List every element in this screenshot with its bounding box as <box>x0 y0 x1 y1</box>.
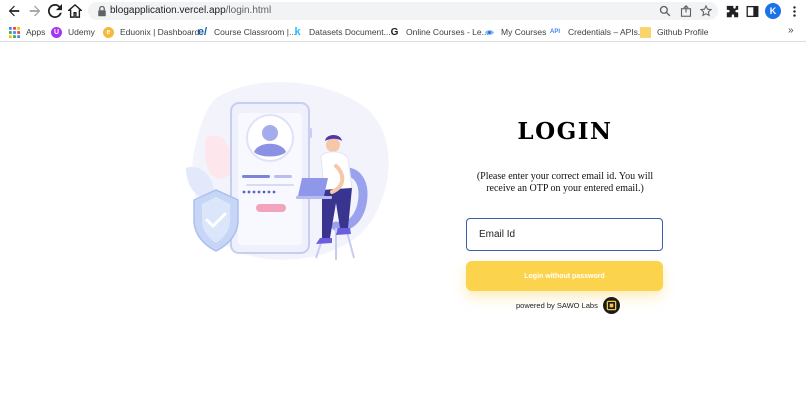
search-icon[interactable] <box>658 4 672 18</box>
email-field[interactable] <box>466 218 663 251</box>
forward-arrow-icon <box>29 5 41 17</box>
bookmark-label: Online Courses - Le... <box>406 27 489 37</box>
bookmark-github-profile[interactable]: Github Profile <box>640 25 709 39</box>
reload-button[interactable] <box>47 3 63 19</box>
url-host: blogapplication.vercel.app <box>110 5 226 16</box>
bookmark-udemy[interactable]: U Udemy <box>51 25 95 39</box>
apps-grid-icon <box>9 26 20 38</box>
extensions-puzzle-icon[interactable] <box>724 3 740 19</box>
e-icon: e/ <box>197 26 208 38</box>
login-without-password-button[interactable]: Login without password <box>466 261 663 291</box>
profile-avatar[interactable]: K <box>765 3 781 19</box>
url-text: blogapplication.vercel.app/login.html <box>110 5 271 17</box>
home-icon <box>68 4 82 18</box>
bookmark-apps[interactable]: Apps <box>9 25 45 39</box>
back-arrow-icon <box>8 5 20 17</box>
kebab-menu-icon[interactable] <box>786 3 802 19</box>
side-panel-icon[interactable] <box>744 3 760 19</box>
share-icon[interactable] <box>679 4 693 18</box>
page-content <box>0 43 806 395</box>
login-description: (Please enter your correct email id. You… <box>476 171 654 194</box>
bookmark-online-courses[interactable]: G Online Courses - Le... <box>389 25 489 39</box>
udemy-icon: U <box>51 26 62 38</box>
eduonix-icon: e <box>103 26 114 38</box>
sawo-logo-icon <box>602 296 620 314</box>
powered-by-text: powered by SAWO Labs <box>516 300 598 310</box>
bookmark-label: My Courses <box>501 27 547 37</box>
bookmarks-more-button[interactable]: » <box>788 25 794 36</box>
login-title: LOGIN <box>517 118 613 145</box>
lock-icon <box>98 5 106 17</box>
bookmark-eduonix[interactable]: e Eduonix | Dashboard <box>103 25 199 39</box>
folder-icon <box>640 26 651 38</box>
bookmark-course-classroom[interactable]: e/ Course Classroom |... <box>197 25 296 39</box>
forward-button[interactable] <box>27 3 43 19</box>
api-icon: API <box>549 29 560 35</box>
bookmarks-bar: Apps U Udemy e Eduonix | Dashboard e/ Co… <box>0 22 806 42</box>
bookmark-label: Apps <box>26 27 46 37</box>
g-icon: G <box>390 26 399 38</box>
bookmark-credentials[interactable]: API Credentials – APIs... <box>548 25 645 39</box>
url-path: /login.html <box>225 5 272 16</box>
login-illustration <box>186 81 389 260</box>
bookmark-my-courses[interactable]: My Courses <box>484 25 546 39</box>
bookmark-star-icon[interactable] <box>699 4 713 18</box>
bookmark-label: Eduonix | Dashboard <box>120 27 200 37</box>
home-button[interactable] <box>67 3 83 19</box>
bookmark-label: Github Profile <box>657 27 709 37</box>
bookmark-label: Datasets Document... <box>309 27 391 37</box>
bookmark-datasets[interactable]: k Datasets Document... <box>292 25 391 39</box>
browser-toolbar: blogapplication.vercel.app/login.html K <box>0 0 806 22</box>
address-bar[interactable]: blogapplication.vercel.app/login.html <box>88 2 718 20</box>
bookmark-label: Course Classroom |... <box>214 27 297 37</box>
bookmark-label: Credentials – APIs... <box>568 27 646 37</box>
reload-icon <box>48 4 62 18</box>
back-button[interactable] <box>6 3 22 19</box>
eye-icon <box>484 27 495 38</box>
k-icon: k <box>294 26 301 38</box>
bookmark-label: Udemy <box>68 27 95 37</box>
powered-by-sawo: powered by SAWO Labs <box>516 296 620 314</box>
